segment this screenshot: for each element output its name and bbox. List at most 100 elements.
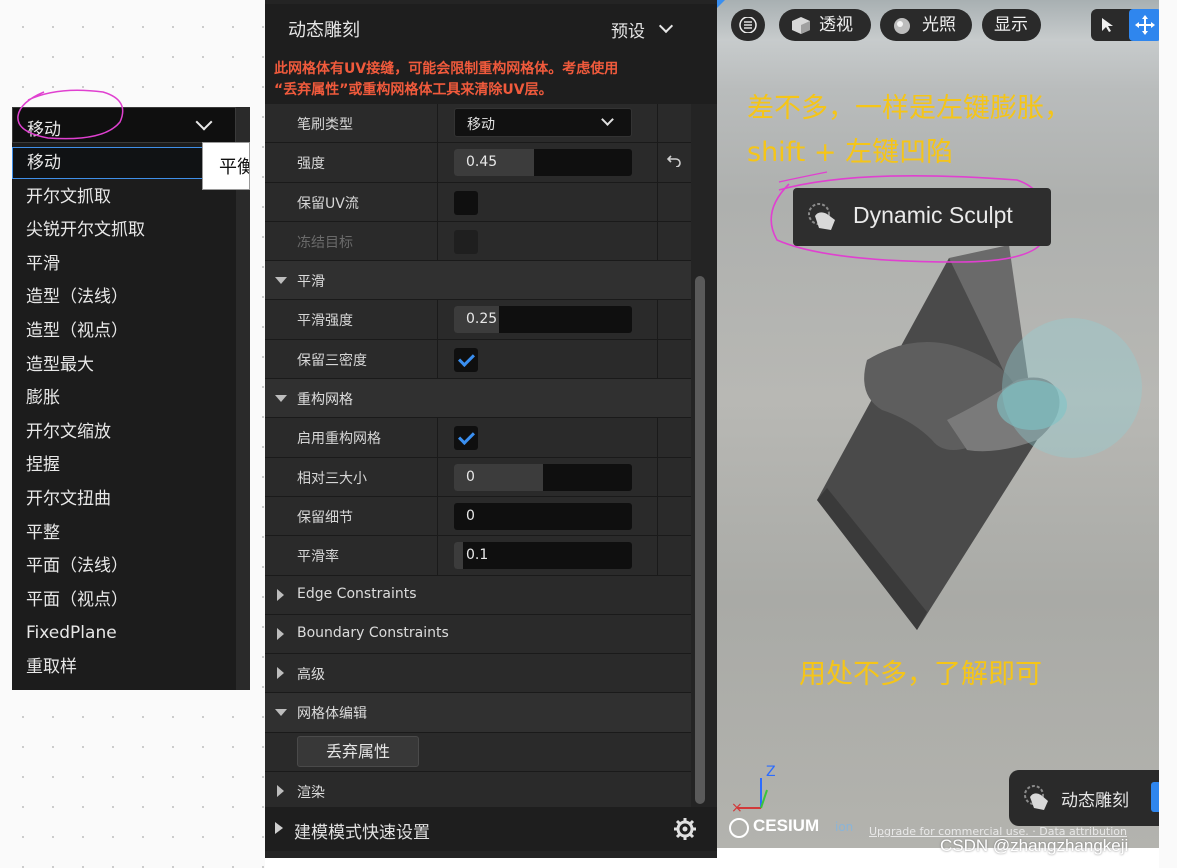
mode-badge: 动态雕刻 (1009, 770, 1159, 826)
keep-detail-input[interactable]: 0 (454, 502, 632, 530)
transform-toolbar (1091, 9, 1159, 41)
relative-tri-size-label: 相对三大小 (297, 470, 367, 487)
strength-slider[interactable]: 0.45 (454, 149, 632, 177)
section-edge-constraints[interactable]: Edge Constraints (265, 575, 691, 615)
item-tooltip: 平衡 (202, 142, 250, 190)
preset-button[interactable]: 预设 (611, 17, 645, 42)
dropdown-edge (236, 107, 250, 690)
dropdown-item[interactable]: 开尔文扭曲 (12, 483, 236, 517)
keep-detail-row: 保留细节 0 (265, 496, 691, 537)
dropdown-list: 移动 开尔文抓取 尖锐开尔文抓取 平滑 造型（法线） 造型（视点） 造型最大 膨… (12, 147, 236, 685)
smooth-strength-slider[interactable]: 0.25 (454, 306, 632, 334)
caret-right-icon (275, 822, 283, 834)
keep-detail-value: 0 (466, 507, 475, 524)
dropdown-item[interactable]: 平面（视点） (12, 584, 236, 618)
preserve-uv-checkbox[interactable] (454, 190, 478, 215)
brush-type-combo[interactable]: 移动 (454, 108, 632, 137)
discard-attributes-row: 丢弃属性 (265, 732, 691, 773)
smooth-strength-label: 平滑强度 (297, 313, 353, 330)
select-arrow-icon[interactable] (1101, 17, 1115, 33)
caret-right-icon (277, 667, 284, 680)
lighting-icon (894, 18, 910, 34)
caret-down-icon (275, 709, 287, 717)
smooth-strength-row: 平滑强度 0.25 (265, 300, 691, 340)
perspective-button[interactable]: 透视 (779, 9, 871, 41)
smooth-rate-label: 平滑率 (297, 549, 339, 566)
freeze-target-label: 冻结目标 (297, 234, 353, 251)
dropdown-item[interactable]: 平面（法线） (12, 550, 236, 584)
chevron-down-icon (195, 113, 213, 131)
strength-label: 强度 (297, 156, 325, 173)
chevron-down-icon[interactable] (658, 18, 674, 34)
strength-value: 0.45 (466, 154, 498, 171)
section-advanced[interactable]: 高级 (265, 654, 691, 694)
brush-cursor (997, 380, 1067, 430)
dropdown-item[interactable]: 开尔文缩放 (12, 416, 236, 450)
section-boundary-constraints[interactable]: Boundary Constraints (265, 614, 691, 655)
section-render[interactable]: 渲染 (265, 772, 691, 812)
mode-indicator (1151, 782, 1159, 812)
axis-gizmo: × (731, 778, 768, 816)
dropdown-item[interactable]: 膨胀 (12, 382, 236, 416)
preserve-tri-row: 保留三密度 (265, 339, 691, 380)
dropdown-item[interactable]: 造型最大 (12, 349, 236, 383)
annotation-text: 差不多，一样是左键膨胀， (747, 93, 1071, 124)
dropdown-item[interactable]: 重取样 (12, 651, 236, 685)
dropdown-item[interactable]: 尖锐开尔文抓取 (12, 214, 236, 248)
preserve-uv-row: 保留UV流 (265, 182, 691, 222)
smooth-rate-value: 0.1 (466, 547, 489, 564)
lighting-button[interactable]: 光照 (880, 9, 972, 41)
show-button[interactable]: 显示 (982, 9, 1041, 41)
freeze-target-checkbox[interactable] (454, 229, 478, 254)
section-smooth[interactable]: 平滑 (265, 261, 691, 301)
dropdown-item[interactable]: 平整 (12, 517, 236, 551)
sculpt-icon (808, 203, 835, 230)
caret-right-icon (277, 785, 284, 798)
annotation-text: shift + 左键凹陷 (747, 137, 954, 168)
preserve-tri-checkbox[interactable] (454, 347, 478, 372)
preserve-uv-label: 保留UV流 (297, 195, 359, 212)
section-label: 渲染 (297, 785, 325, 802)
highlight-circle (17, 89, 124, 140)
brush-type-row: 笔刷类型 移动 (265, 104, 691, 144)
relative-tri-size-row: 相对三大小 0 (265, 457, 691, 497)
move-tool-button[interactable] (1129, 9, 1159, 41)
quick-settings-bar[interactable]: 建模模式快速设置 (265, 807, 717, 851)
dropdown-item[interactable]: 造型（视点） (12, 315, 236, 349)
watermark: CSDN @zhangzhangkeji (940, 836, 1129, 855)
freeze-target-row: 冻结目标 (265, 221, 691, 262)
chevron-down-icon (601, 113, 614, 126)
relative-tri-size-value: 0 (466, 468, 475, 485)
check-icon (458, 349, 475, 367)
section-label: 平滑 (297, 274, 325, 291)
dropdown-item[interactable]: 捏握 (12, 449, 236, 483)
section-mesh-edit[interactable]: 网格体编辑 (265, 693, 691, 733)
menu-button[interactable] (731, 9, 765, 41)
sculpt-icon (1024, 785, 1048, 810)
tool-badge-label: Dynamic Sculpt (853, 202, 1013, 228)
caret-down-icon (275, 277, 287, 285)
section-remesh[interactable]: 重构网格 (265, 379, 691, 419)
caret-right-icon (277, 627, 284, 640)
relative-tri-size-slider[interactable]: 0 (454, 463, 632, 491)
perspective-label: 透视 (819, 15, 853, 35)
dropdown-item[interactable]: FixedPlane (12, 617, 236, 651)
enable-remesh-checkbox[interactable] (454, 426, 478, 451)
dropdown-item[interactable]: 造型（法线） (12, 281, 236, 315)
discard-attributes-button[interactable]: 丢弃属性 (297, 735, 419, 767)
scrollbar[interactable] (695, 276, 705, 804)
sculpt-panel: 动态雕刻 预设 此网格体有UV接缝，可能会限制重构网格体。考虑使用 “丢弃属性”… (265, 0, 717, 858)
section-label: 网格体编辑 (297, 706, 367, 723)
smooth-rate-slider[interactable]: 0.1 (454, 542, 632, 570)
reset-icon[interactable] (667, 153, 681, 168)
dropdown-item[interactable]: 平滑 (12, 248, 236, 282)
panel-title: 动态雕刻 (288, 20, 360, 41)
gear-icon[interactable] (673, 817, 697, 841)
show-label: 显示 (994, 15, 1028, 35)
brush-type-label: 笔刷类型 (297, 117, 353, 133)
mode-badge-label: 动态雕刻 (1061, 791, 1129, 811)
svg-text:×: × (731, 800, 743, 816)
hamburger-icon (739, 17, 757, 33)
3d-viewport[interactable]: × Z 透视 光照 显示 差不多，一样是左键膨胀， shift + 左键凹陷 D… (717, 0, 1159, 848)
brush-type-value: 移动 (467, 117, 495, 133)
